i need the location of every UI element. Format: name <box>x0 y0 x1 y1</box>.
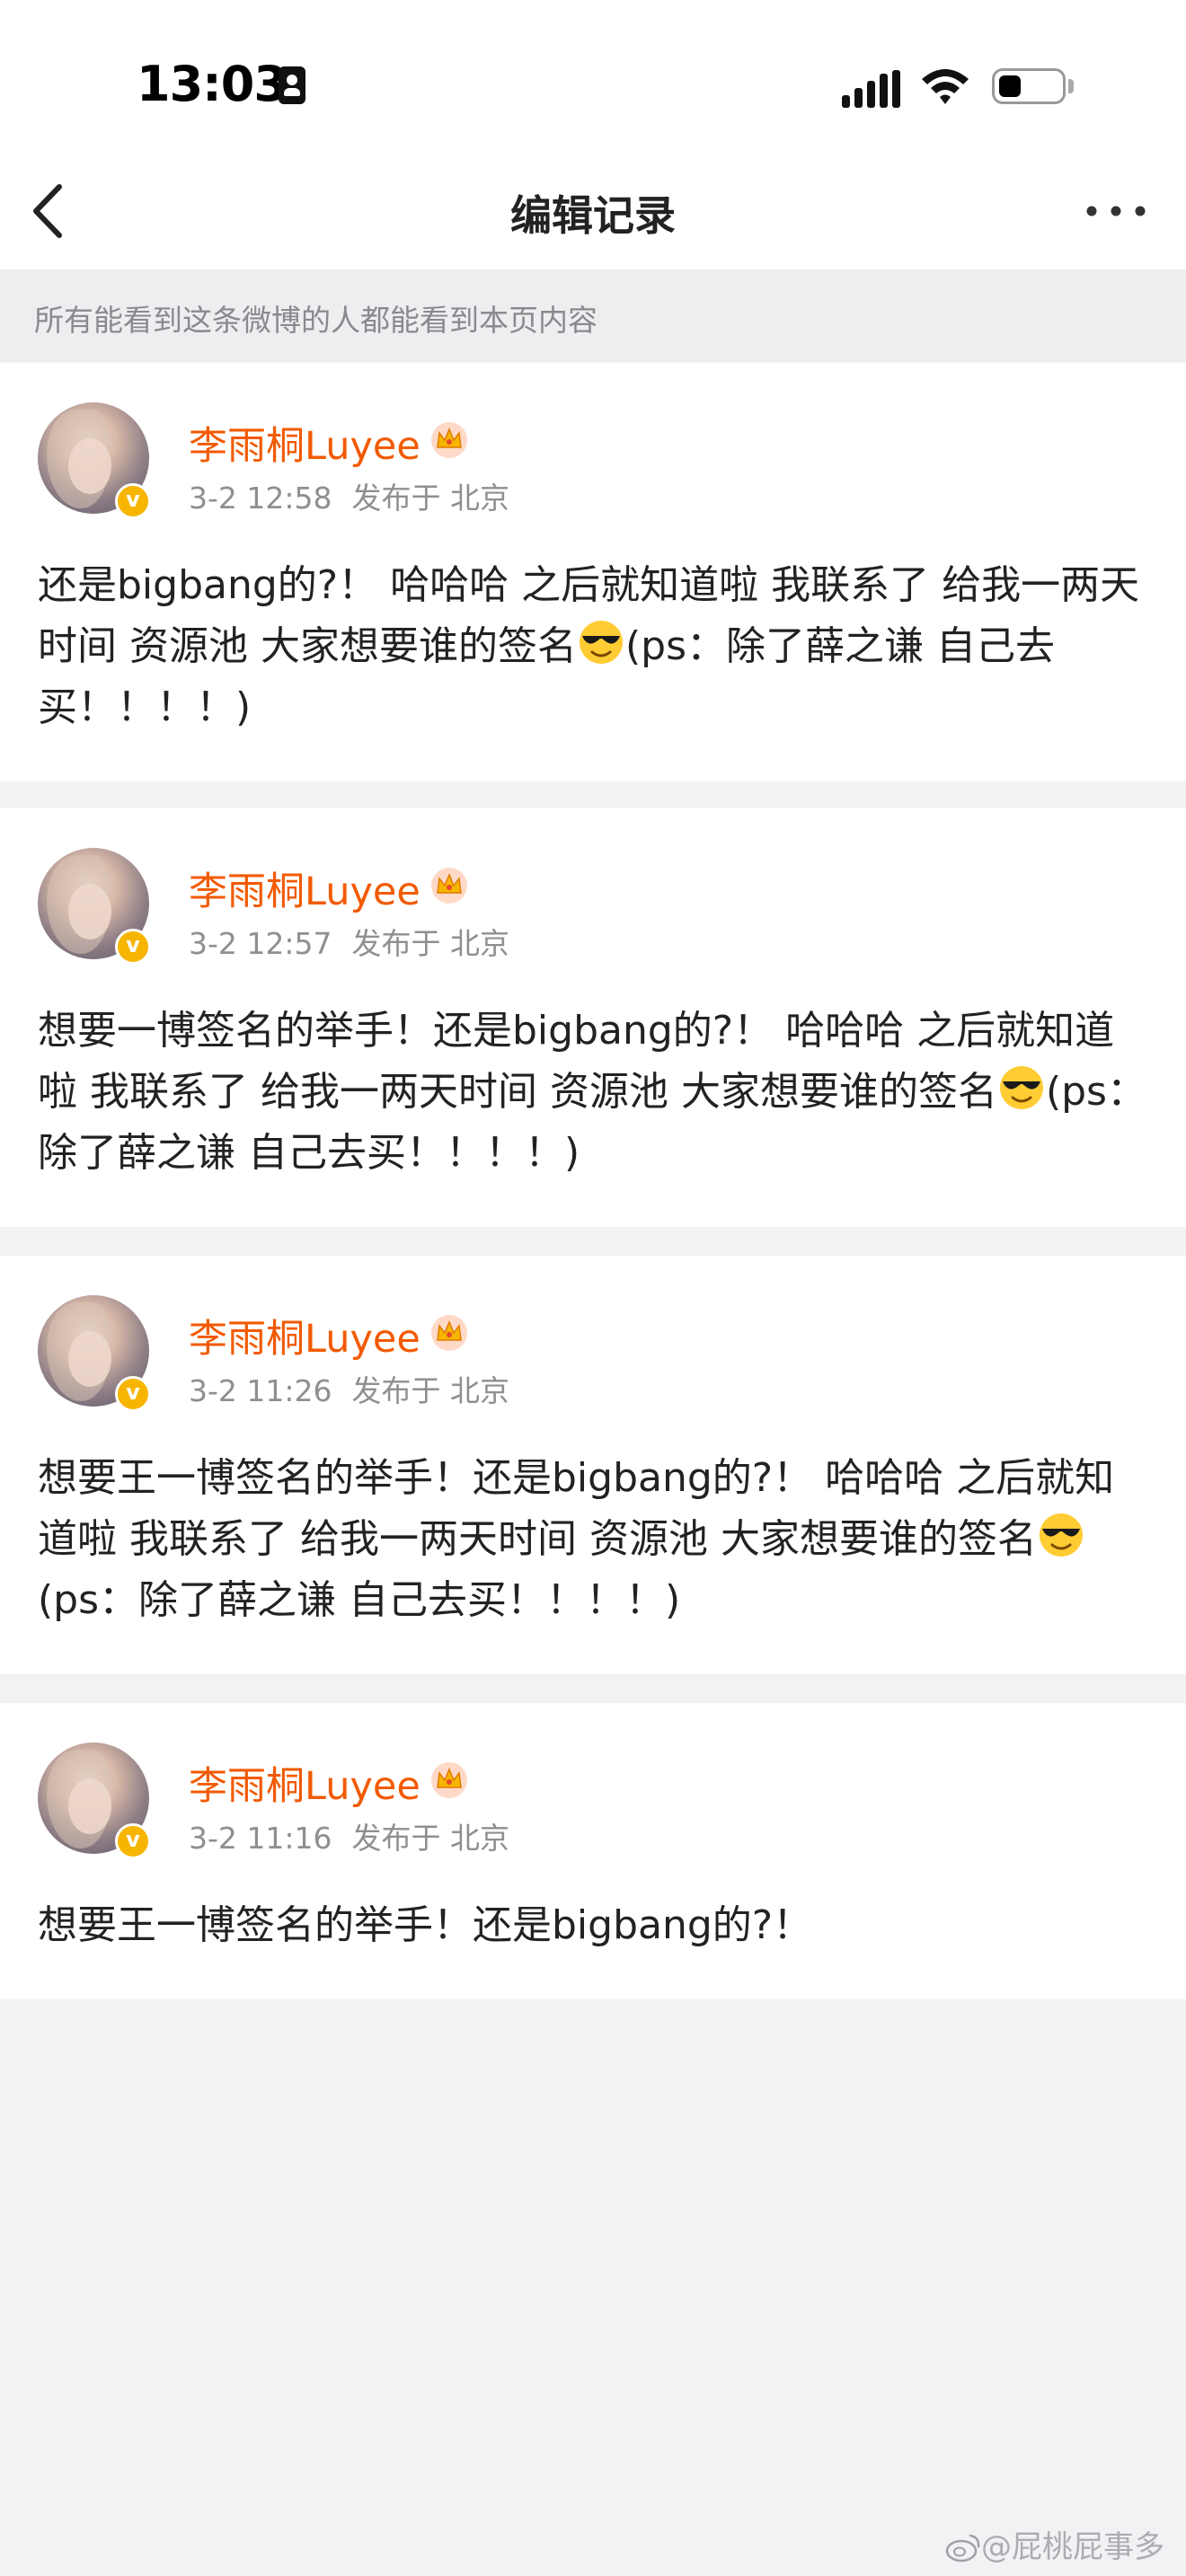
page-title: 编辑记录 <box>510 191 676 240</box>
cellular-signal-icon <box>842 70 900 108</box>
user-name[interactable]: 李雨桐Luyee <box>189 415 420 471</box>
id-card-icon <box>279 66 305 104</box>
post-meta: 3-2 11:16 发布于 北京 <box>189 1814 509 1857</box>
wifi-icon <box>922 69 969 104</box>
post-location: 发布于 北京 <box>351 481 510 516</box>
battery-level <box>999 75 1021 97</box>
crown-icon <box>431 868 467 904</box>
post-meta: 3-2 12:58 发布于 北京 <box>189 474 509 517</box>
visibility-notice: 所有能看到这条微博的人都能看到本页内容 <box>0 269 1186 361</box>
verified-badge-icon <box>115 483 151 519</box>
cool-sunglasses-emoji <box>579 621 623 664</box>
user-name[interactable]: 李雨桐Luyee <box>189 1755 420 1811</box>
edit-record-card: 李雨桐Luyee 3-2 11:26 发布于 北京 想要王一博签名的举手！还是bi… <box>0 1256 1186 1674</box>
verified-badge-icon <box>115 1376 151 1412</box>
battery-cap <box>1068 79 1074 93</box>
watermark-text: @屁桃屁事多 <box>981 2529 1164 2565</box>
edit-record-card: 李雨桐Luyee 3-2 11:16 发布于 北京 想要王一博签名的举手！还是bi… <box>0 1703 1186 1999</box>
status-time: 13:03 <box>137 56 288 112</box>
post-content: 想要王一博签名的举手！还是bigbang的?！ 哈哈哈 之后就知道啦 我联系了 … <box>38 1448 1152 1631</box>
weibo-logo-icon <box>945 2534 980 2563</box>
edit-record-card: 李雨桐Luyee 3-2 12:57 发布于 北京 想要一博签名的举手！还是big… <box>0 808 1186 1227</box>
post-time: 3-2 11:16 <box>189 1821 332 1856</box>
status-bar: 13:03 <box>0 0 1186 153</box>
post-text-part: 想要一博签名的举手！还是bigbang的?！ 哈哈哈 之后就知道啦 我联系了 给… <box>38 1008 1115 1115</box>
user-name[interactable]: 李雨桐Luyee <box>189 860 420 916</box>
avatar-face <box>68 884 111 940</box>
nav-bar: 编辑记录 <box>0 153 1186 269</box>
post-time: 3-2 11:26 <box>189 1373 332 1408</box>
post-location: 发布于 北京 <box>351 1373 510 1408</box>
verified-badge-icon <box>115 929 151 965</box>
post-meta: 3-2 12:57 发布于 北京 <box>189 920 509 963</box>
post-location: 发布于 北京 <box>351 926 510 961</box>
more-dots-icon[interactable] <box>1083 193 1149 229</box>
verified-badge-icon <box>115 1823 151 1859</box>
post-content: 想要一博签名的举手！还是bigbang的?！ 哈哈哈 之后就知道啦 我联系了 给… <box>38 1001 1152 1184</box>
crown-icon <box>431 1762 467 1798</box>
crown-icon <box>431 422 467 458</box>
avatar-face <box>68 438 111 494</box>
user-name[interactable]: 李雨桐Luyee <box>189 1308 420 1363</box>
post-text-part: 想要王一博签名的举手！还是bigbang的?！ 哈哈哈 之后就知道啦 我联系了 … <box>38 1455 1115 1562</box>
battery-icon <box>992 68 1066 104</box>
post-time: 3-2 12:57 <box>189 926 332 961</box>
cool-sunglasses-emoji <box>999 1066 1043 1109</box>
crown-icon <box>431 1315 467 1351</box>
edit-record-card: 李雨桐Luyee 3-2 12:58 发布于 北京 还是bigbang的?！ 哈哈… <box>0 363 1186 781</box>
post-meta: 3-2 11:26 发布于 北京 <box>189 1367 509 1410</box>
post-time: 3-2 12:58 <box>189 481 332 516</box>
avatar-face <box>68 1778 111 1834</box>
post-content: 还是bigbang的?！ 哈哈哈 之后就知道啦 我联系了 给我一两天时间 资源池… <box>38 555 1152 738</box>
post-location: 发布于 北京 <box>351 1821 510 1856</box>
notice-text: 所有能看到这条微博的人都能看到本页内容 <box>34 303 597 338</box>
watermark: @屁桃屁事多 <box>945 2522 1164 2566</box>
avatar-face <box>68 1331 111 1387</box>
post-text-part: 想要王一博签名的举手！还是bigbang的?！ <box>38 1902 813 1948</box>
post-content: 想要王一博签名的举手！还是bigbang的?！ <box>38 1895 1152 1956</box>
post-text-part: (ps：除了薛之谦 自己去买！！！！) <box>38 1577 681 1623</box>
cool-sunglasses-emoji <box>1039 1513 1083 1557</box>
